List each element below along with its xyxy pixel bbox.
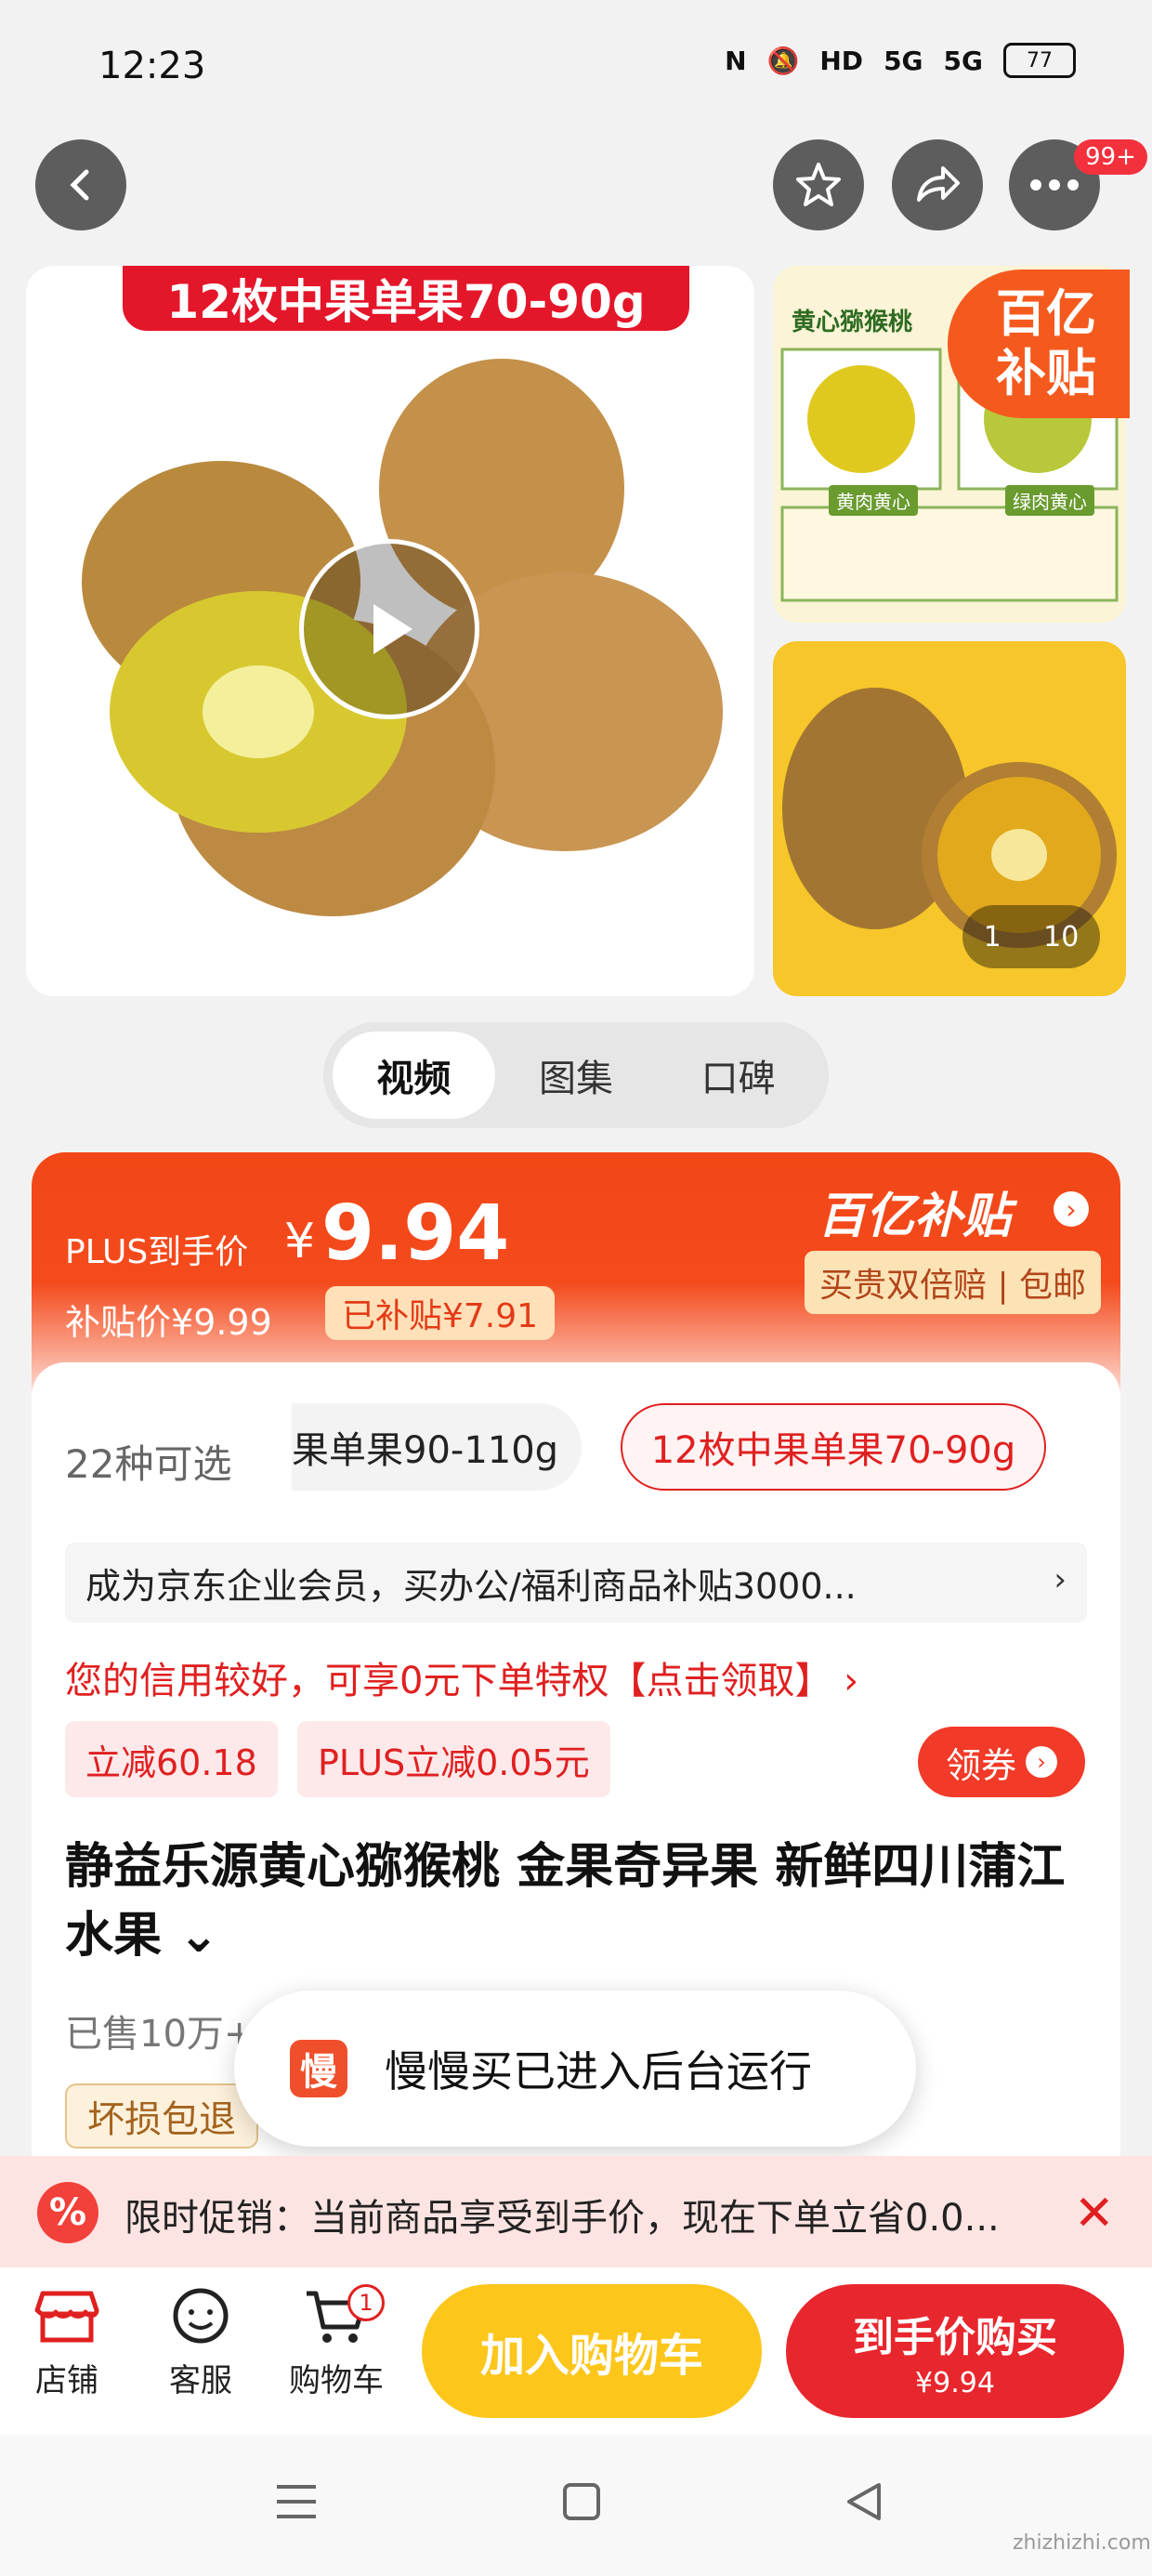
billion-subsidy-tag: 百亿补贴 [948,269,1130,418]
add-to-cart-button[interactable]: 加入购物车 [422,2284,762,2418]
billion-subsidy-title[interactable]: 百亿补贴 [818,1176,1011,1246]
plus-price: 9.94 [321,1189,510,1278]
sold-count: 已售10万+ [65,2013,255,2056]
mute-icon: 🔕 [766,45,800,76]
thumb-label-2: 绿肉黄心 [1005,485,1094,516]
tab-video[interactable]: 视频 [333,1032,495,1119]
main-product-image[interactable]: 12枚中果单果70-90g [26,266,754,996]
coupon-discount-2: PLUS立减0.05元 [297,1721,610,1797]
toast-message: 慢慢买已进入后台运行 [385,2046,812,2096]
credit-privilege-link[interactable]: 您的信用较好，可享0元下单特权【点击领取】 › [65,1650,858,1704]
damage-return-tag: 坏损包退 [65,2083,258,2149]
status-icons: N 🔕 HD 5G 5G 77 [725,43,1076,78]
subsidy-price: 补贴价¥9.99 [65,1302,272,1343]
enterprise-promo-text: 成为京东企业会员，买办公/福利商品补贴3000... [85,1565,857,1607]
menu-icon[interactable] [275,2481,318,2522]
main-banner: 12枚中果单果70-90g [123,266,689,331]
get-coupon-button[interactable]: 领券 › [918,1727,1085,1797]
signal-icon-2: 5G [943,45,983,76]
watermark: zhizhizhi.com [1013,2531,1151,2555]
more-icon [1030,179,1079,191]
variant-count[interactable]: 22种可选 [65,1433,231,1490]
battery-icon: 77 [1003,43,1076,78]
plus-price-label: PLUS到手价 [65,1233,249,1271]
shop-icon [34,2291,99,2343]
coupon-discount-1: 立减60.18 [65,1721,278,1797]
thumb-info-text: 黄心猕猴桃 [792,309,913,336]
shop-label: 店铺 [35,2362,98,2399]
chevron-right-icon[interactable]: › [1054,1191,1089,1227]
buy-now-label: 到手价购买 [853,2313,1057,2361]
product-title[interactable]: 静益乐源黄心猕猴桃 金果奇异果 新鲜四川蒲江水果 ⌄ [65,1833,1096,1970]
app-logo-icon: 慢 [290,2040,347,2097]
nfc-icon: N [725,45,747,76]
background-running-toast: 慢 慢慢买已进入后台运行 [234,1991,916,2147]
back-button[interactable] [35,139,126,230]
limited-promo-bar[interactable]: % 限时促销：当前商品享受到手价，现在下单立省0.0... ✕ [0,2156,1152,2267]
tab-reviews[interactable]: 口碑 [657,1032,819,1119]
buy-now-button[interactable]: 到手价购买 ¥9.94 [786,2284,1124,2418]
share-icon [917,166,960,202]
message-badge: 99+ [1074,139,1147,175]
cart-count-badge: 1 [347,2284,385,2321]
get-coupon-label: 领券 [945,1744,1016,1786]
pager-total: 10 [1043,920,1080,953]
media-tabs: 视频 图集 口碑 [323,1022,829,1128]
chevron-right-icon: › [1054,1561,1067,1598]
share-button[interactable] [892,139,983,230]
clock: 12:23 [98,45,206,87]
favorite-button[interactable] [773,139,864,230]
buy-now-price: ¥9.94 [915,2366,995,2399]
star-icon [796,163,841,206]
play-icon [373,604,412,654]
back-arrow-icon [70,169,89,201]
chevron-right-icon: › [1026,1746,1057,1778]
variant-option-selected[interactable]: 12枚中果单果70-90g [621,1403,1046,1491]
back-icon[interactable] [844,2481,884,2522]
pager-current: 1 [983,920,1001,953]
percent-icon: % [37,2182,98,2243]
cart-label: 购物车 [289,2362,384,2399]
service-label: 客服 [169,2362,232,2399]
hd-icon: HD [819,45,864,76]
enterprise-promo-bar[interactable]: 成为京东企业会员，买办公/福利商品补贴3000... › [65,1543,1087,1623]
shop-button[interactable]: 店铺 [11,2286,123,2400]
thumb-label-1: 黄肉黄心 [829,485,918,516]
status-bar: 12:23 N 🔕 HD 5G 5G 77 [0,0,1152,139]
signal-icon: 5G [884,45,923,76]
currency-symbol: ¥ [284,1214,316,1269]
service-icon [173,2288,229,2344]
play-button[interactable] [299,539,479,719]
subsidy-tag: 已补贴¥7.91 [325,1286,556,1340]
guarantee-tag: 买贵双倍赔 | 包邮 [805,1251,1102,1314]
limited-promo-text: 限时促销：当前商品享受到手价，现在下单立省0.0... [124,2197,1000,2240]
system-nav-bar [0,2435,1152,2576]
customer-service-button[interactable]: 客服 [145,2286,256,2400]
tab-gallery[interactable]: 图集 [495,1032,658,1119]
home-icon[interactable] [561,2481,602,2522]
variant-option[interactable]: 果单果90-110g [292,1403,582,1491]
close-icon[interactable]: ✕ [1074,2186,1115,2241]
image-pager: 1 10 [962,905,1100,968]
